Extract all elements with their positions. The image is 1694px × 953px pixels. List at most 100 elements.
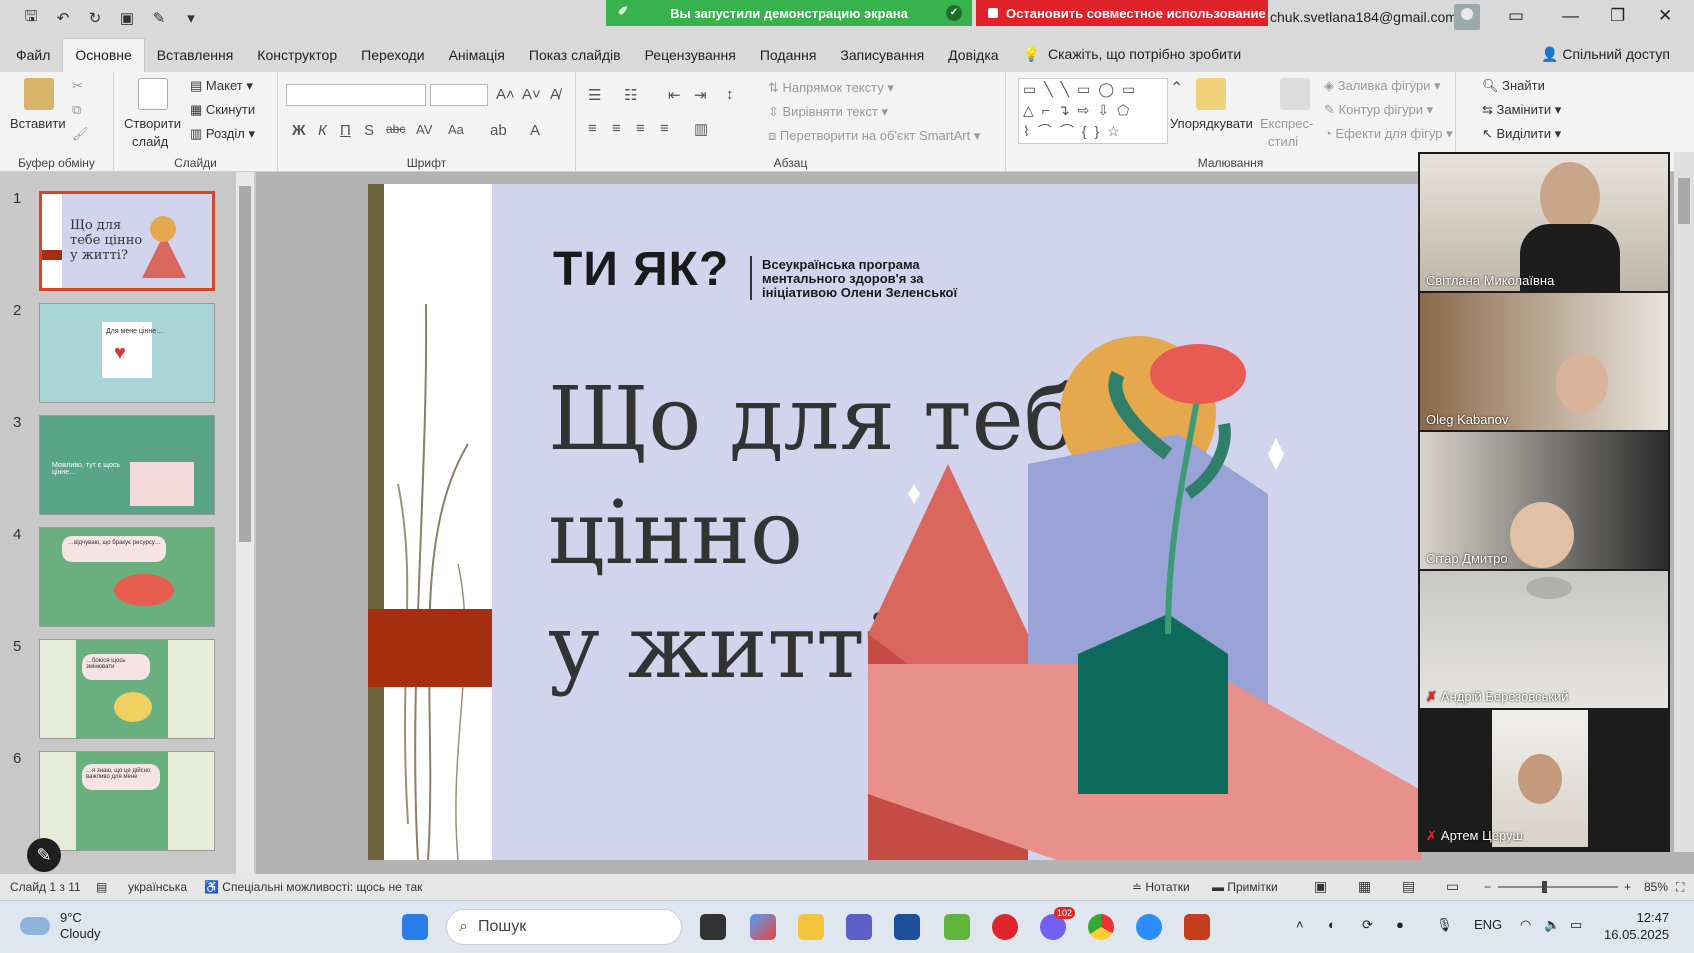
arrange-button[interactable]: Упорядкувати <box>1170 116 1253 131</box>
microphone-icon[interactable]: 🎙 <box>1436 917 1453 933</box>
tab-recording[interactable]: Записування <box>828 47 936 72</box>
shapes-gallery[interactable]: ▭╲╲▭◯▭ △⌐↴⇨⇩⬠ ⌇⌒⌒{}☆ <box>1018 78 1168 144</box>
italic-icon[interactable]: К <box>318 122 327 139</box>
fit-slide-icon[interactable]: ⛶ <box>1676 880 1684 895</box>
align-center-icon[interactable]: ≡ <box>612 120 621 137</box>
quick-styles-button[interactable]: Експрес- <box>1260 116 1313 131</box>
tab-review[interactable]: Рецензування <box>633 47 748 72</box>
justify-icon[interactable]: ≡ <box>660 120 669 137</box>
layout-button[interactable]: ▤ Макет ▾ <box>190 78 253 94</box>
participant-tile[interactable]: Світлана Миколаївна <box>1420 154 1668 291</box>
weather-widget[interactable]: 9°C Cloudy <box>20 910 100 942</box>
tab-file[interactable]: Файл <box>0 47 62 72</box>
volume-icon[interactable]: 🔈 <box>1544 917 1560 933</box>
account-avatar[interactable] <box>1454 4 1480 30</box>
paste-icon[interactable] <box>24 78 54 110</box>
gallery-scroll-icon[interactable]: ⌃ <box>1170 78 1183 98</box>
tray-chevron-icon[interactable]: ˄ <box>1296 917 1304 932</box>
new-slide-button[interactable]: Створити <box>124 116 181 131</box>
char-spacing-icon[interactable]: AV <box>416 122 432 137</box>
file-explorer-icon[interactable] <box>798 914 824 940</box>
close-icon[interactable]: ✕ <box>1658 6 1672 26</box>
save-icon[interactable]: 🖫 <box>22 6 40 31</box>
tab-insert[interactable]: Вставлення <box>145 47 246 72</box>
download-icon[interactable] <box>944 914 970 940</box>
account-email[interactable]: chuk.svetlana184@gmail.com <box>1270 9 1457 25</box>
zoom-level[interactable]: 85% <box>1644 880 1668 894</box>
powerpoint-icon[interactable] <box>1184 914 1210 940</box>
sync-icon[interactable]: ⟳ <box>1362 917 1373 933</box>
language-indicator[interactable]: українська <box>128 880 187 894</box>
increase-indent-icon[interactable]: ⇥ <box>694 86 707 104</box>
align-text-button[interactable]: ⇳ Вирівняти текст ▾ <box>768 104 888 120</box>
accessibility-status[interactable]: ♿ Спеціальні можливості: щось не так <box>204 880 422 894</box>
minimize-icon[interactable]: — <box>1562 6 1579 26</box>
select-button[interactable]: ↖ Виділити ▾ <box>1482 126 1561 142</box>
store-icon[interactable] <box>894 914 920 940</box>
copilot-icon[interactable] <box>750 914 776 940</box>
spellcheck-icon[interactable]: ▤ <box>96 880 107 894</box>
shape-effects-button[interactable]: ◔ Ефекти для фігур ▾ <box>1324 126 1453 142</box>
undo-icon[interactable]: ↶ <box>54 9 72 27</box>
app-tray-icon[interactable]: ● <box>1396 917 1404 932</box>
thumbnail-row[interactable]: 2 Для мене цінне… ♥ <box>0 298 240 408</box>
tab-design[interactable]: Конструктор <box>245 47 349 72</box>
notes-button[interactable]: ≐ Нотатки <box>1132 880 1190 894</box>
system-clock[interactable]: 12:47 16.05.2025 <box>1604 909 1669 943</box>
slide-thumbnail[interactable]: Що для тебе цінно у житті? <box>39 191 215 291</box>
numbering-icon[interactable]: ☷ <box>624 86 637 104</box>
bullets-icon[interactable]: ☰ <box>588 86 601 104</box>
reading-view-icon[interactable]: ▤ <box>1402 878 1415 895</box>
slideshow-view-icon[interactable]: ▭ <box>1446 878 1459 895</box>
zoom-slider-handle[interactable] <box>1542 881 1547 893</box>
battery-icon[interactable]: ▭ <box>1570 917 1582 933</box>
slide-thumbnail[interactable]: …відчуваю, що бракує ресурсу… <box>39 527 215 627</box>
defender-icon[interactable]: ◐ <box>1328 917 1336 932</box>
scrollbar-thumb[interactable] <box>239 186 251 542</box>
maximize-icon[interactable]: ❐ <box>1610 6 1625 26</box>
customize-qat-icon[interactable]: ▾ <box>182 9 200 27</box>
chrome-icon[interactable] <box>1088 914 1114 940</box>
columns-icon[interactable]: ▥ <box>694 120 708 138</box>
thumbnail-row[interactable]: 5 …боюся щось змінювати <box>0 634 240 744</box>
slide-thumbnail[interactable]: …боюся щось змінювати <box>39 639 215 739</box>
task-view-icon[interactable] <box>700 914 726 940</box>
change-case-icon[interactable]: Aa <box>448 122 464 137</box>
zoom-slider[interactable] <box>1498 886 1618 888</box>
edit-area-scrollbar[interactable] <box>1674 152 1694 852</box>
slide-thumbnail[interactable]: Можливо, тут є щось цінне… <box>39 415 215 515</box>
align-right-icon[interactable]: ≡ <box>636 120 645 137</box>
shrink-font-icon[interactable]: A˅ <box>522 86 541 103</box>
paste-button[interactable]: Вставити <box>10 116 66 131</box>
teams-icon[interactable] <box>846 914 872 940</box>
main-slide[interactable]: ТИ ЯК? Всеукраїнська програма ментальног… <box>368 184 1422 860</box>
copy-icon[interactable]: ⧉ <box>72 102 81 118</box>
align-left-icon[interactable]: ≡ <box>588 120 597 137</box>
tab-transitions[interactable]: Переходи <box>349 47 436 72</box>
line-spacing-icon[interactable]: ↕ <box>726 86 734 103</box>
tell-me-box[interactable]: 💡 Скажіть, що потрібно зробити <box>1023 46 1242 72</box>
slide-thumbnail[interactable]: Для мене цінне… ♥ <box>39 303 215 403</box>
draw-icon[interactable]: ✎ <box>150 9 168 27</box>
pen-tool-icon[interactable]: ✎ <box>27 838 61 872</box>
ribbon-display-icon[interactable]: ▭ <box>1508 6 1524 26</box>
participant-tile[interactable]: ✗ Артем Церуш <box>1420 710 1668 847</box>
present-icon[interactable]: ▣ <box>118 9 136 27</box>
decrease-indent-icon[interactable]: ⇤ <box>668 86 681 104</box>
zoom-in-icon[interactable]: + <box>1624 880 1631 894</box>
thumbnail-row[interactable]: 1 Що для тебе цінно у житті? <box>0 186 240 296</box>
bold-icon[interactable]: Ж <box>292 122 306 139</box>
zoom-icon[interactable] <box>1136 914 1162 940</box>
tab-animations[interactable]: Анімація <box>437 47 517 72</box>
opera-icon[interactable] <box>992 914 1018 940</box>
sorter-view-icon[interactable]: ▦ <box>1358 878 1371 895</box>
wifi-icon[interactable]: ◠ <box>1520 917 1531 933</box>
text-direction-button[interactable]: ⇅ Напрямок тексту ▾ <box>768 80 894 96</box>
thumbnail-row[interactable]: 4 …відчуваю, що бракує ресурсу… <box>0 522 240 632</box>
quick-styles-icon[interactable] <box>1280 78 1310 110</box>
format-painter-icon[interactable]: 🖌 <box>72 126 89 142</box>
tab-view[interactable]: Подання <box>748 47 829 72</box>
share-button[interactable]: 👤 Спільний доступ <box>1541 46 1670 63</box>
tab-help[interactable]: Довідка <box>936 47 1010 72</box>
smartart-button[interactable]: ⧈ Перетворити на об'єкт SmartArt ▾ <box>768 128 980 144</box>
